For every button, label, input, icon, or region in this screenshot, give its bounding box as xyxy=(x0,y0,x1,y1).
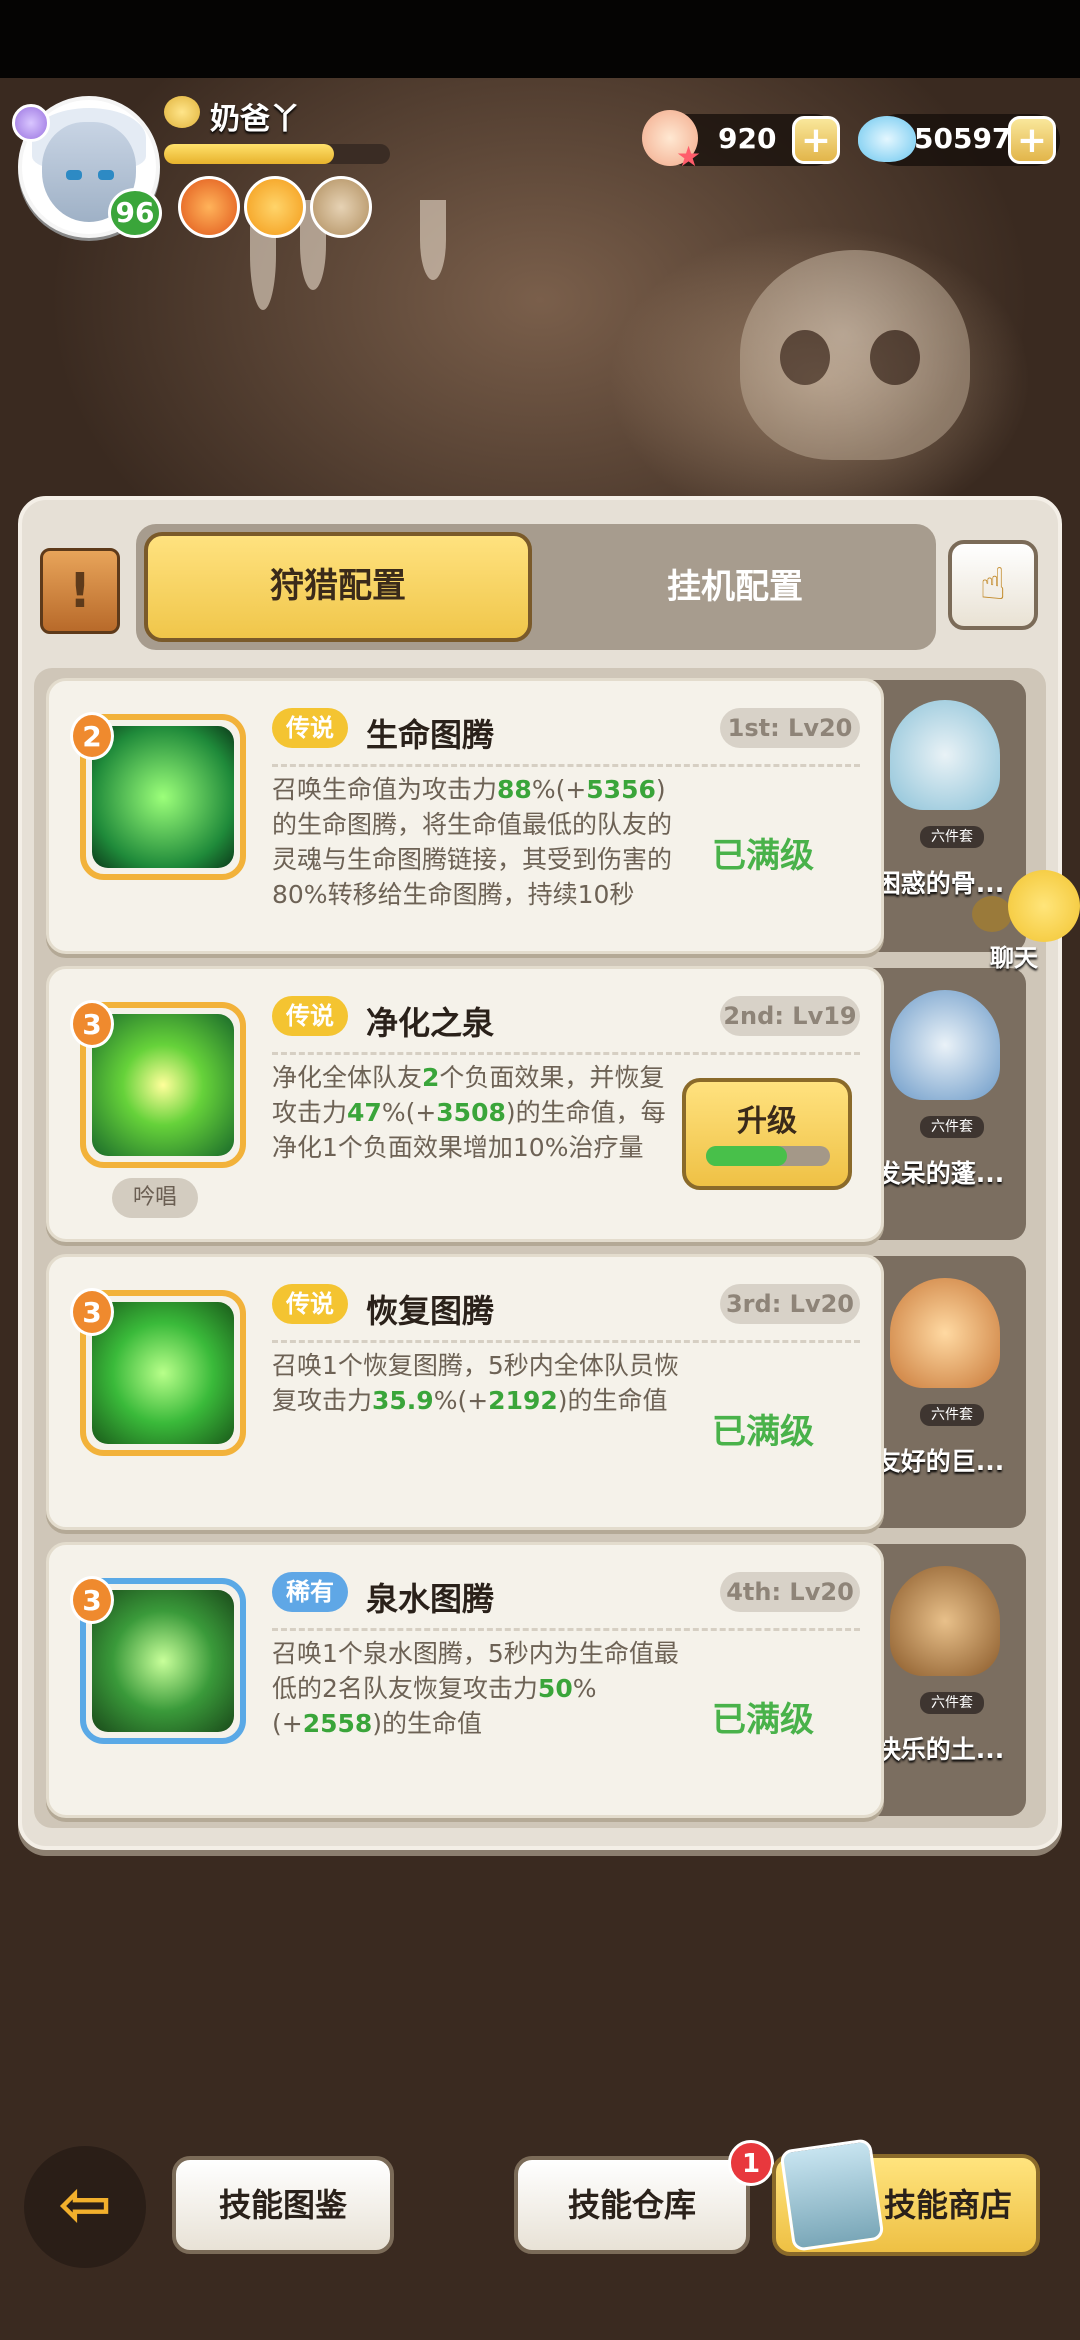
skill-description: 召唤1个恢复图腾，5秒内全体队员恢复攻击力35.9%(+2192)的生命值 xyxy=(272,1351,679,1415)
gem-icon xyxy=(858,116,916,162)
chant-tag: 吟唱 xyxy=(112,1178,198,1218)
max-level-label: 已满级 xyxy=(712,1700,814,1740)
companion-name: 友好的巨... xyxy=(875,1447,1005,1476)
chat-bubble-icon[interactable] xyxy=(972,896,1012,932)
skill-name: 净化之泉 xyxy=(366,1004,495,1042)
tab-idle-config[interactable]: 挂机配置 xyxy=(540,532,930,642)
hand-tap-icon[interactable]: ☝ xyxy=(948,540,1038,630)
skill-description: 召唤生命值为攻击力88%(+5356)的生命图腾，将生命值最低的队友的灵魂与生命… xyxy=(272,775,673,909)
rarity-badge: 稀有 xyxy=(272,1572,348,1612)
companion-name: 发呆的蓬... xyxy=(875,1159,1005,1188)
skill-storage-button[interactable]: 技能仓库 xyxy=(514,2156,750,2254)
upgrade-progress-bar xyxy=(706,1146,830,1166)
companion-figure xyxy=(890,1278,1000,1388)
shop-icon xyxy=(779,2138,885,2252)
player-name: 奶爸丫 xyxy=(210,102,300,137)
divider xyxy=(272,1340,860,1343)
skill-shop-label: 技能商店 xyxy=(884,2186,1013,2224)
tab-hunt-config[interactable]: 狩猎配置 xyxy=(144,532,532,642)
notification-badge: 1 xyxy=(728,2140,774,2186)
star-level-badge: 3 xyxy=(70,1000,114,1048)
rarity-badge: 传说 xyxy=(272,1284,348,1324)
companion-tag: 六件套 xyxy=(920,1116,984,1138)
chat-face-icon[interactable] xyxy=(1008,870,1080,942)
skill-name: 恢复图腾 xyxy=(366,1292,495,1330)
skill-name: 生命图腾 xyxy=(366,716,495,754)
slot-level-tag: 1st: Lv20 xyxy=(720,708,860,748)
upgrade-button[interactable]: 升级 xyxy=(682,1078,852,1190)
companion-figure xyxy=(890,1566,1000,1676)
star-level-badge: 3 xyxy=(70,1288,114,1336)
divider xyxy=(272,1052,860,1055)
buff-icon[interactable] xyxy=(244,176,306,238)
player-level-badge: 96 xyxy=(108,188,162,238)
buff-icon[interactable] xyxy=(310,176,372,238)
skull-decoration xyxy=(740,250,970,460)
skill-description: 召唤1个泉水图腾，5秒内为生命值最低的2名队友恢复攻击力50%(+2558)的生… xyxy=(272,1639,679,1738)
slot-level-tag: 3rd: Lv20 xyxy=(720,1284,860,1324)
star-level-badge: 3 xyxy=(70,1576,114,1624)
smile-icon xyxy=(164,96,200,128)
companion-name: 困惑的骨... xyxy=(875,869,1005,898)
add-shells-button[interactable]: + xyxy=(792,116,840,164)
back-button[interactable]: ⇦ xyxy=(24,2146,146,2268)
shell-count: 920 xyxy=(718,122,777,155)
status-bar xyxy=(0,0,1080,78)
companion-tag: 六件套 xyxy=(920,1692,984,1714)
scroll-icon[interactable]: ! xyxy=(40,548,120,634)
orb-icon xyxy=(12,104,50,142)
skill-description: 净化全体队友2个负面效果，并恢复攻击力47%(+3508)的生命值，每净化1个负… xyxy=(272,1063,666,1162)
starfish-icon: ★ xyxy=(676,140,702,173)
companion-figure xyxy=(890,990,1000,1100)
rarity-badge: 传说 xyxy=(272,708,348,748)
rarity-badge: 传说 xyxy=(272,996,348,1036)
companion-figure xyxy=(890,700,1000,810)
fang-decoration xyxy=(420,200,446,280)
slot-level-tag: 4th: Lv20 xyxy=(720,1572,860,1612)
divider xyxy=(272,764,860,767)
slot-level-tag: 2nd: Lv19 xyxy=(720,996,860,1036)
max-level-label: 已满级 xyxy=(712,1412,814,1452)
companion-tag: 六件套 xyxy=(920,826,984,848)
exp-bar xyxy=(164,144,390,164)
skill-name: 泉水图腾 xyxy=(366,1580,495,1618)
add-gems-button[interactable]: + xyxy=(1008,116,1056,164)
star-level-badge: 2 xyxy=(70,712,114,760)
upgrade-label: 升级 xyxy=(737,1104,797,1139)
divider xyxy=(272,1628,860,1631)
max-level-label: 已满级 xyxy=(712,836,814,876)
exp-bar-fill xyxy=(164,144,334,164)
skill-codex-button[interactable]: 技能图鉴 xyxy=(172,2156,394,2254)
chat-label[interactable]: 聊天 xyxy=(990,938,1038,973)
buff-icon[interactable] xyxy=(178,176,240,238)
companion-name: 快乐的土... xyxy=(875,1735,1005,1764)
upgrade-progress-fill xyxy=(706,1146,787,1166)
companion-tag: 六件套 xyxy=(920,1404,984,1426)
